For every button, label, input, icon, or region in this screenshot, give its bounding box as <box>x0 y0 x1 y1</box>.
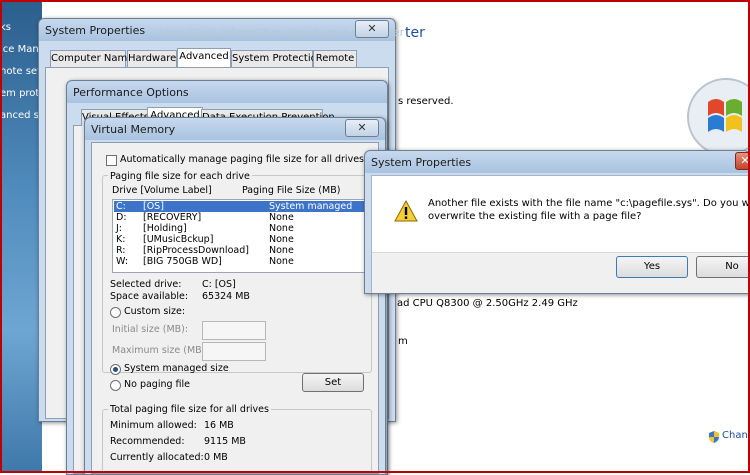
close-button[interactable]: ✕ <box>735 152 750 170</box>
window-title: Virtual Memory <box>91 123 176 136</box>
maximum-size-input[interactable] <box>202 342 266 361</box>
close-button[interactable]: ✕ <box>355 20 389 38</box>
drive-row[interactable]: J: [Holding] None <box>114 223 367 234</box>
dialog-button-bar <box>372 252 748 293</box>
initial-size-input[interactable] <box>202 321 266 340</box>
uac-shield-icon <box>709 431 719 443</box>
virtual-memory-window: Virtual Memory ✕ Automatically manage pa… <box>84 117 386 475</box>
paging-group-label: Paging file size for each drive <box>108 171 252 182</box>
selected-drive-value: C: [OS] <box>202 279 236 290</box>
dialog-message-line2: overwrite the existing file with a page … <box>428 211 642 222</box>
tab-system-protection[interactable]: System Protection <box>231 50 323 67</box>
window-client-area: Automatically manage paging file size fo… <box>91 142 379 474</box>
no-button[interactable]: No <box>696 256 750 278</box>
tab-remote[interactable]: Remote <box>313 50 357 67</box>
tab-hardware[interactable]: Hardware <box>127 50 177 67</box>
dialog-message-line1: Another file exists with the file name "… <box>428 198 750 209</box>
total-paging-label: Total paging file size for all drives <box>108 404 271 415</box>
no-paging-file-radio[interactable] <box>110 380 121 391</box>
column-size-header: Paging File Size (MB) <box>242 185 341 196</box>
auto-manage-checkbox[interactable] <box>106 155 117 166</box>
minimum-allowed-value: 16 MB <box>204 420 234 431</box>
drive-row[interactable]: K: [UMusicBckup] None <box>114 234 367 245</box>
maximum-size-label: Maximum size (MB): <box>112 345 209 356</box>
yes-button[interactable]: Yes <box>616 256 688 278</box>
recommended-value: 9115 MB <box>204 436 246 447</box>
warning-icon <box>394 200 418 222</box>
change-settings-link[interactable]: Chang <box>722 430 750 441</box>
windows-logo-icon <box>687 78 748 156</box>
drive-row[interactable]: C: [OS] System managed <box>114 201 367 212</box>
recommended-label: Recommended: <box>110 436 185 447</box>
tab-computer-name[interactable]: Computer Name <box>50 50 133 67</box>
column-drive-header: Drive [Volume Label] <box>112 185 212 196</box>
custom-size-radio[interactable] <box>110 307 121 318</box>
copyright-text: s reserved. <box>398 96 454 107</box>
control-panel-sidebar: ks ice Mana note sett em prot anced sy <box>0 0 45 473</box>
auto-manage-label: Automatically manage paging file size fo… <box>120 154 364 165</box>
space-available-value: 65324 MB <box>202 291 250 302</box>
tab-advanced[interactable]: Advanced <box>177 48 231 67</box>
dialog-title: System Properties <box>371 156 472 169</box>
custom-size-label: Custom size: <box>124 306 186 317</box>
set-button[interactable]: Set <box>302 373 364 392</box>
sidebar-item-tasks[interactable]: ks <box>0 22 11 33</box>
memory-text: m <box>398 336 408 347</box>
minimum-allowed-label: Minimum allowed: <box>110 420 197 431</box>
window-title: Performance Options <box>73 86 189 99</box>
currently-allocated-value: 0 MB <box>204 452 228 463</box>
system-properties-dialog: System Properties ✕ Another file exists … <box>364 150 750 294</box>
sidebar-item-system-protection[interactable]: em prot <box>0 88 39 99</box>
selected-drive-label: Selected drive: <box>110 279 182 290</box>
no-paging-file-label: No paging file <box>124 379 190 390</box>
drive-row[interactable]: W: [BIG 750GB WD] None <box>114 256 367 267</box>
control-panel-header: ter <box>405 25 425 41</box>
space-available-label: Space available: <box>110 291 189 302</box>
drive-row[interactable]: D: [RECOVERY] None <box>114 212 367 223</box>
dialog-client-area: Another file exists with the file name "… <box>371 175 750 293</box>
drive-row[interactable]: R: [RipProcessDownload] None <box>114 245 367 256</box>
initial-size-label: Initial size (MB): <box>112 324 189 335</box>
system-managed-radio[interactable] <box>110 364 121 375</box>
close-button[interactable]: ✕ <box>345 119 379 137</box>
processor-text: ad CPU Q8300 @ 2.50GHz 2.49 GHz <box>397 298 578 309</box>
currently-allocated-label: Currently allocated: <box>110 452 204 463</box>
drive-list[interactable]: C: [OS] System managed D: [RECOVERY] Non… <box>112 199 370 273</box>
window-title: System Properties <box>45 24 146 37</box>
system-managed-label: System managed size <box>124 363 229 374</box>
